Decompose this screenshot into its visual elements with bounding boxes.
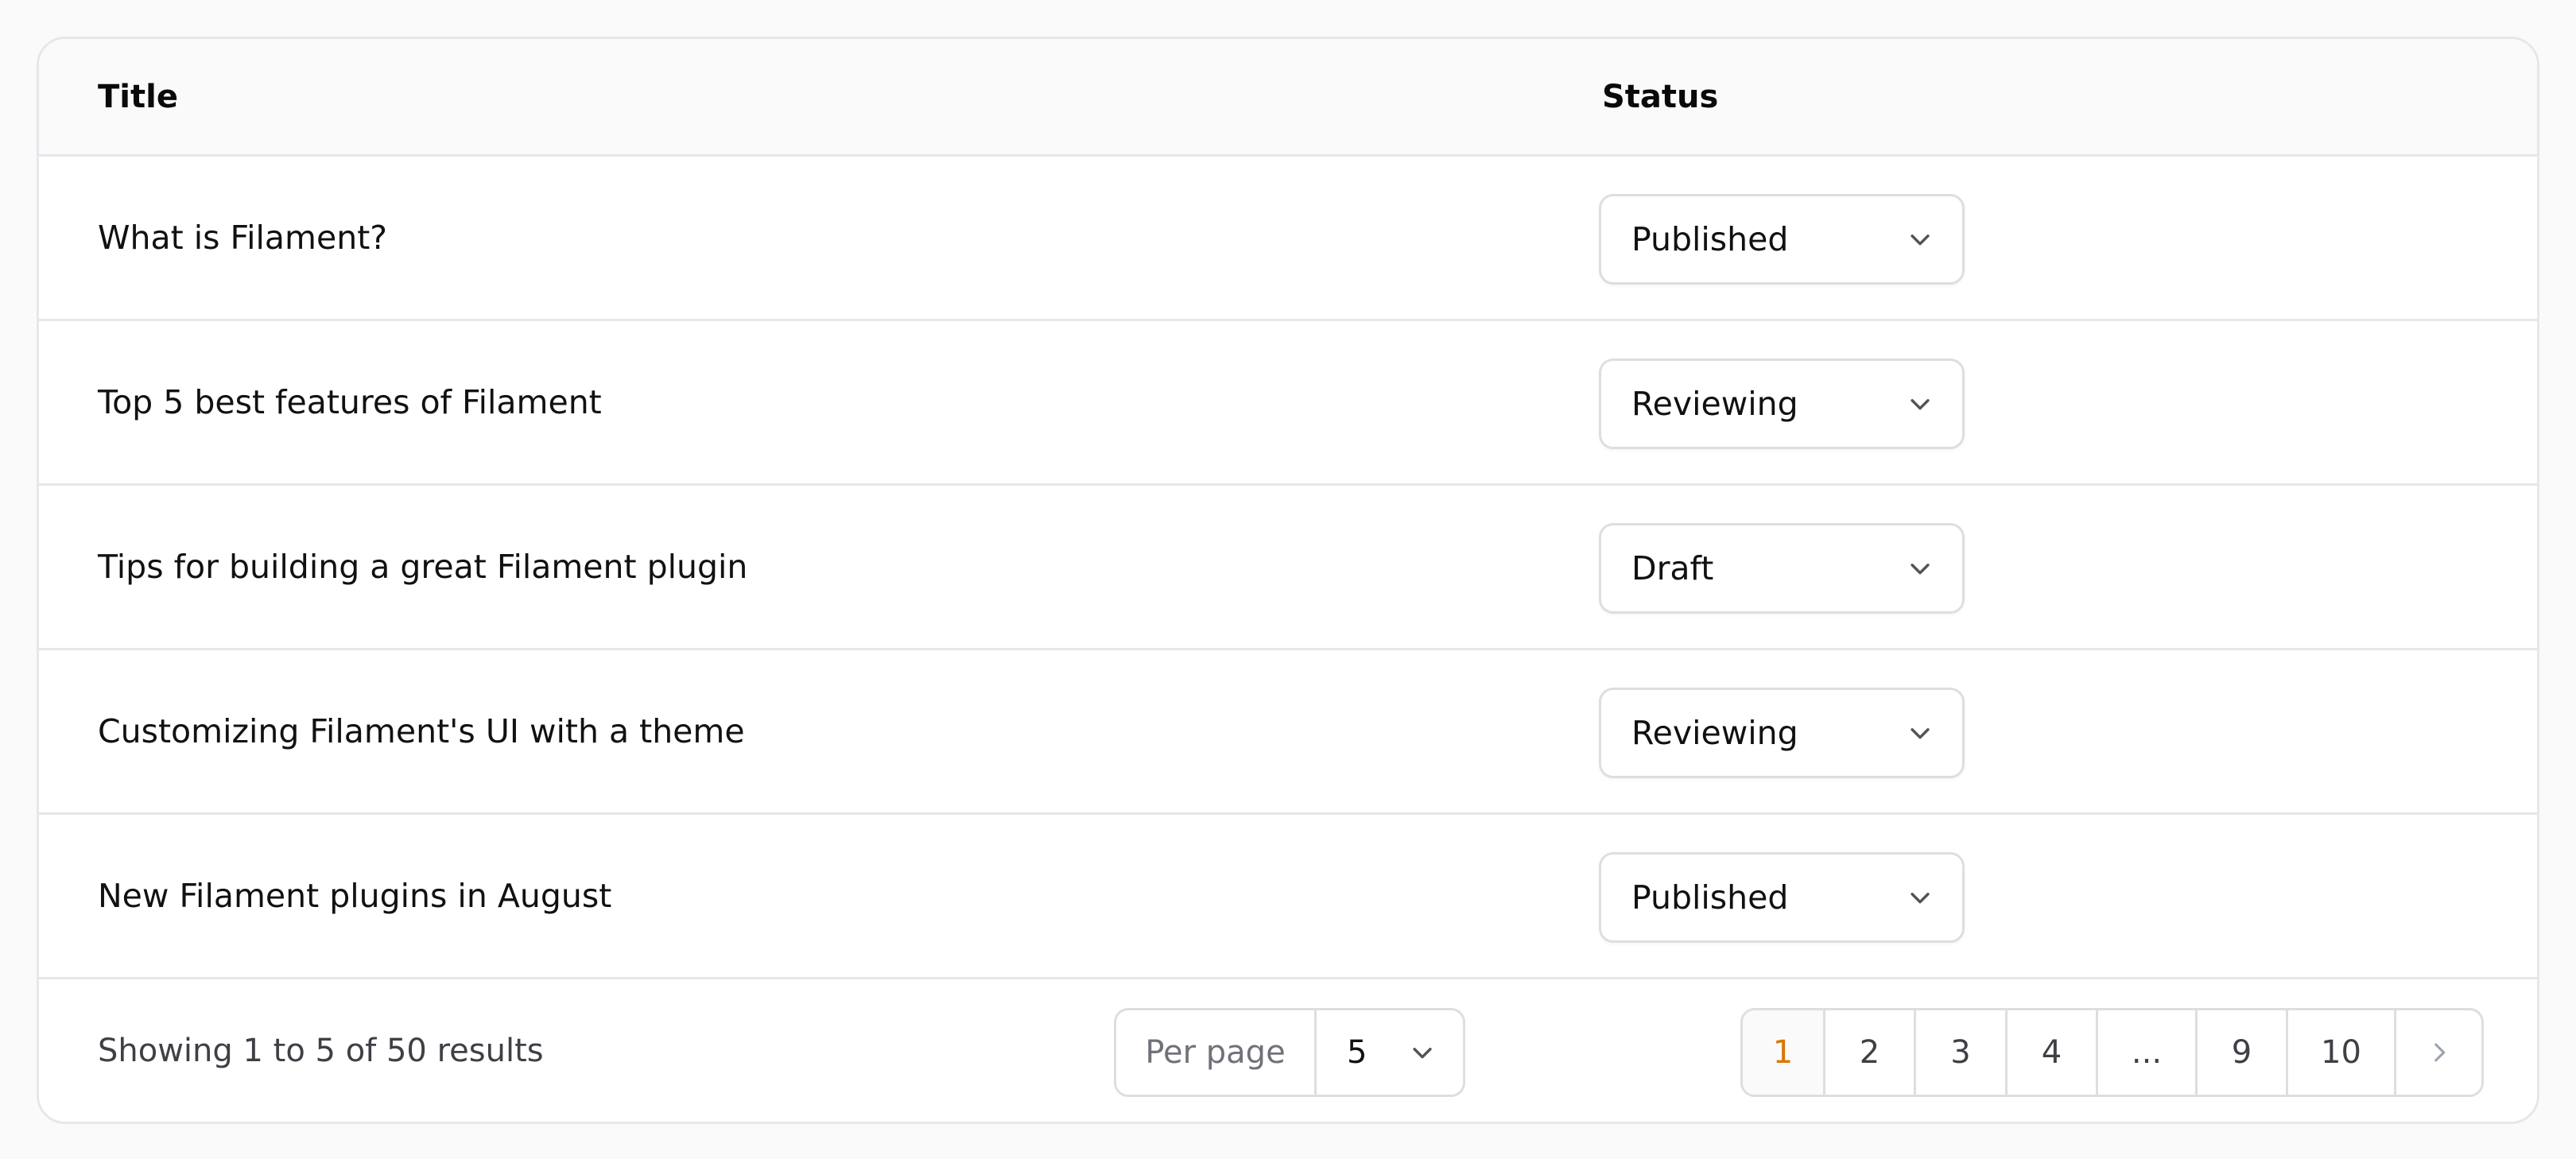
- page-button-10[interactable]: 10: [2288, 1010, 2396, 1095]
- chevron-down-icon: [1911, 893, 1930, 904]
- page-button-1[interactable]: 1: [1743, 1010, 1825, 1095]
- row-title: New Filament plugins in August: [98, 877, 612, 915]
- status-select[interactable]: Draft: [1599, 523, 1965, 614]
- status-select-value: Published: [1631, 878, 1789, 917]
- row-title: Top 5 best features of Filament: [98, 383, 602, 421]
- table-row: What is Filament? Published: [39, 157, 2537, 321]
- pagination-footer: Showing 1 to 5 of 50 results Per page 5 …: [39, 979, 2537, 1122]
- posts-table-card: Title Status What is Filament? Published…: [37, 37, 2539, 1124]
- results-summary: Showing 1 to 5 of 50 results: [98, 1033, 544, 1069]
- status-select[interactable]: Reviewing: [1599, 359, 1965, 449]
- table-row: Customizing Filament's UI with a theme R…: [39, 650, 2537, 815]
- table-row: Tips for building a great Filament plugi…: [39, 486, 2537, 650]
- column-header-title[interactable]: Title: [98, 39, 178, 154]
- page-button-3[interactable]: 3: [1916, 1010, 2008, 1095]
- page-button-2[interactable]: 2: [1825, 1010, 1916, 1095]
- status-select[interactable]: Published: [1599, 852, 1965, 943]
- chevron-down-icon: [1911, 235, 1930, 246]
- row-title: Tips for building a great Filament plugi…: [98, 548, 748, 586]
- row-title: What is Filament?: [98, 219, 388, 257]
- status-select-value: Reviewing: [1631, 385, 1798, 423]
- chevron-down-icon: [1911, 399, 1930, 410]
- chevron-down-icon: [1911, 728, 1930, 739]
- column-header-status[interactable]: Status: [1602, 39, 1718, 154]
- pagination: 1 2 3 4 ... 9 10: [1740, 1008, 2484, 1097]
- chevron-down-icon: [1911, 564, 1930, 575]
- page-button-4[interactable]: 4: [2008, 1010, 2098, 1095]
- table-row: Top 5 best features of Filament Reviewin…: [39, 321, 2537, 486]
- row-title: Customizing Filament's UI with a theme: [98, 712, 745, 750]
- per-page-select[interactable]: 5: [1317, 1010, 1463, 1095]
- status-select-value: Published: [1631, 220, 1789, 258]
- page-button-9[interactable]: 9: [2198, 1010, 2288, 1095]
- status-select-value: Draft: [1631, 549, 1714, 587]
- per-page-value: 5: [1347, 1034, 1368, 1071]
- table-row: New Filament plugins in August Published: [39, 815, 2537, 979]
- status-select-value: Reviewing: [1631, 714, 1798, 752]
- page-ellipsis: ...: [2098, 1010, 2198, 1095]
- next-page-button[interactable]: [2396, 1010, 2481, 1095]
- table-header: Title Status: [39, 39, 2537, 157]
- status-select[interactable]: Published: [1599, 194, 1965, 285]
- status-select[interactable]: Reviewing: [1599, 688, 1965, 778]
- per-page-label: Per page: [1116, 1010, 1317, 1095]
- chevron-down-icon: [1413, 1048, 1432, 1059]
- per-page-control: Per page 5: [1114, 1008, 1465, 1097]
- chevron-right-icon: [2434, 1043, 2445, 1062]
